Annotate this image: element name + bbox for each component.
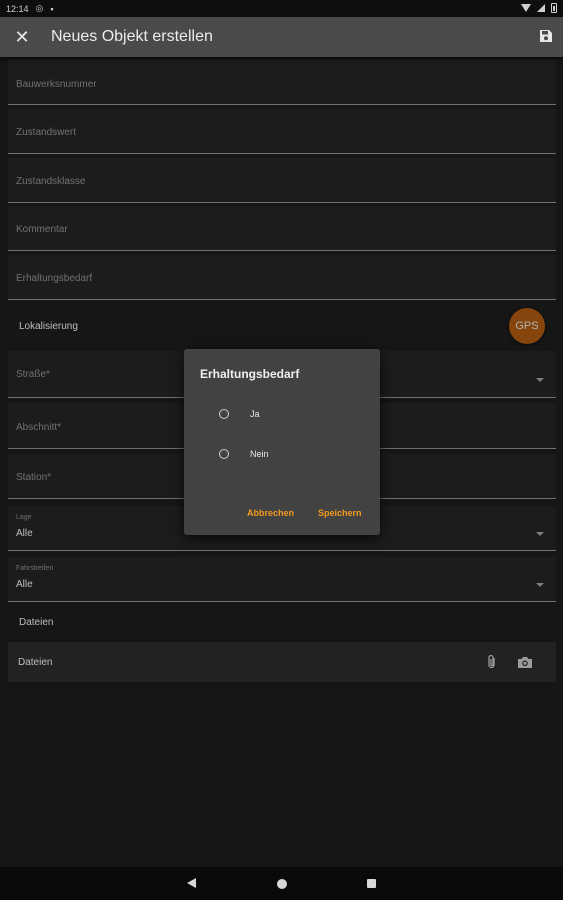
save-icon[interactable] (539, 29, 553, 43)
home-icon[interactable] (277, 879, 287, 889)
radio-label: Nein (250, 449, 269, 459)
page-title: Neues Objekt erstellen (51, 28, 213, 45)
radio-option-ja[interactable]: Ja (219, 409, 260, 419)
cancel-button[interactable]: Abbrechen (247, 508, 294, 518)
dialog-title: Erhaltungsbedarf (200, 367, 300, 381)
app-bar: ✕ Neues Objekt erstellen (0, 17, 563, 57)
save-button[interactable]: Speichern (318, 508, 362, 518)
signal-icon (537, 4, 545, 12)
recent-apps-icon[interactable] (367, 879, 376, 888)
system-nav-bar (0, 867, 563, 900)
sync-icon: ◎ (35, 3, 44, 13)
radio-button[interactable] (219, 409, 229, 419)
status-time: 12:14 (6, 3, 29, 14)
status-bar: 12:14 ◎ ▪ (0, 0, 563, 17)
storage-icon: ▪ (50, 3, 54, 14)
radio-option-nein[interactable]: Nein (219, 449, 269, 459)
radio-button[interactable] (219, 449, 229, 459)
back-icon[interactable] (187, 878, 196, 888)
erhaltungsbedarf-dialog: Erhaltungsbedarf Ja Nein Abbrechen Speic… (184, 349, 380, 535)
battery-icon (551, 3, 557, 13)
close-icon[interactable]: ✕ (12, 27, 32, 48)
wifi-icon (521, 4, 531, 12)
radio-label: Ja (250, 409, 260, 419)
